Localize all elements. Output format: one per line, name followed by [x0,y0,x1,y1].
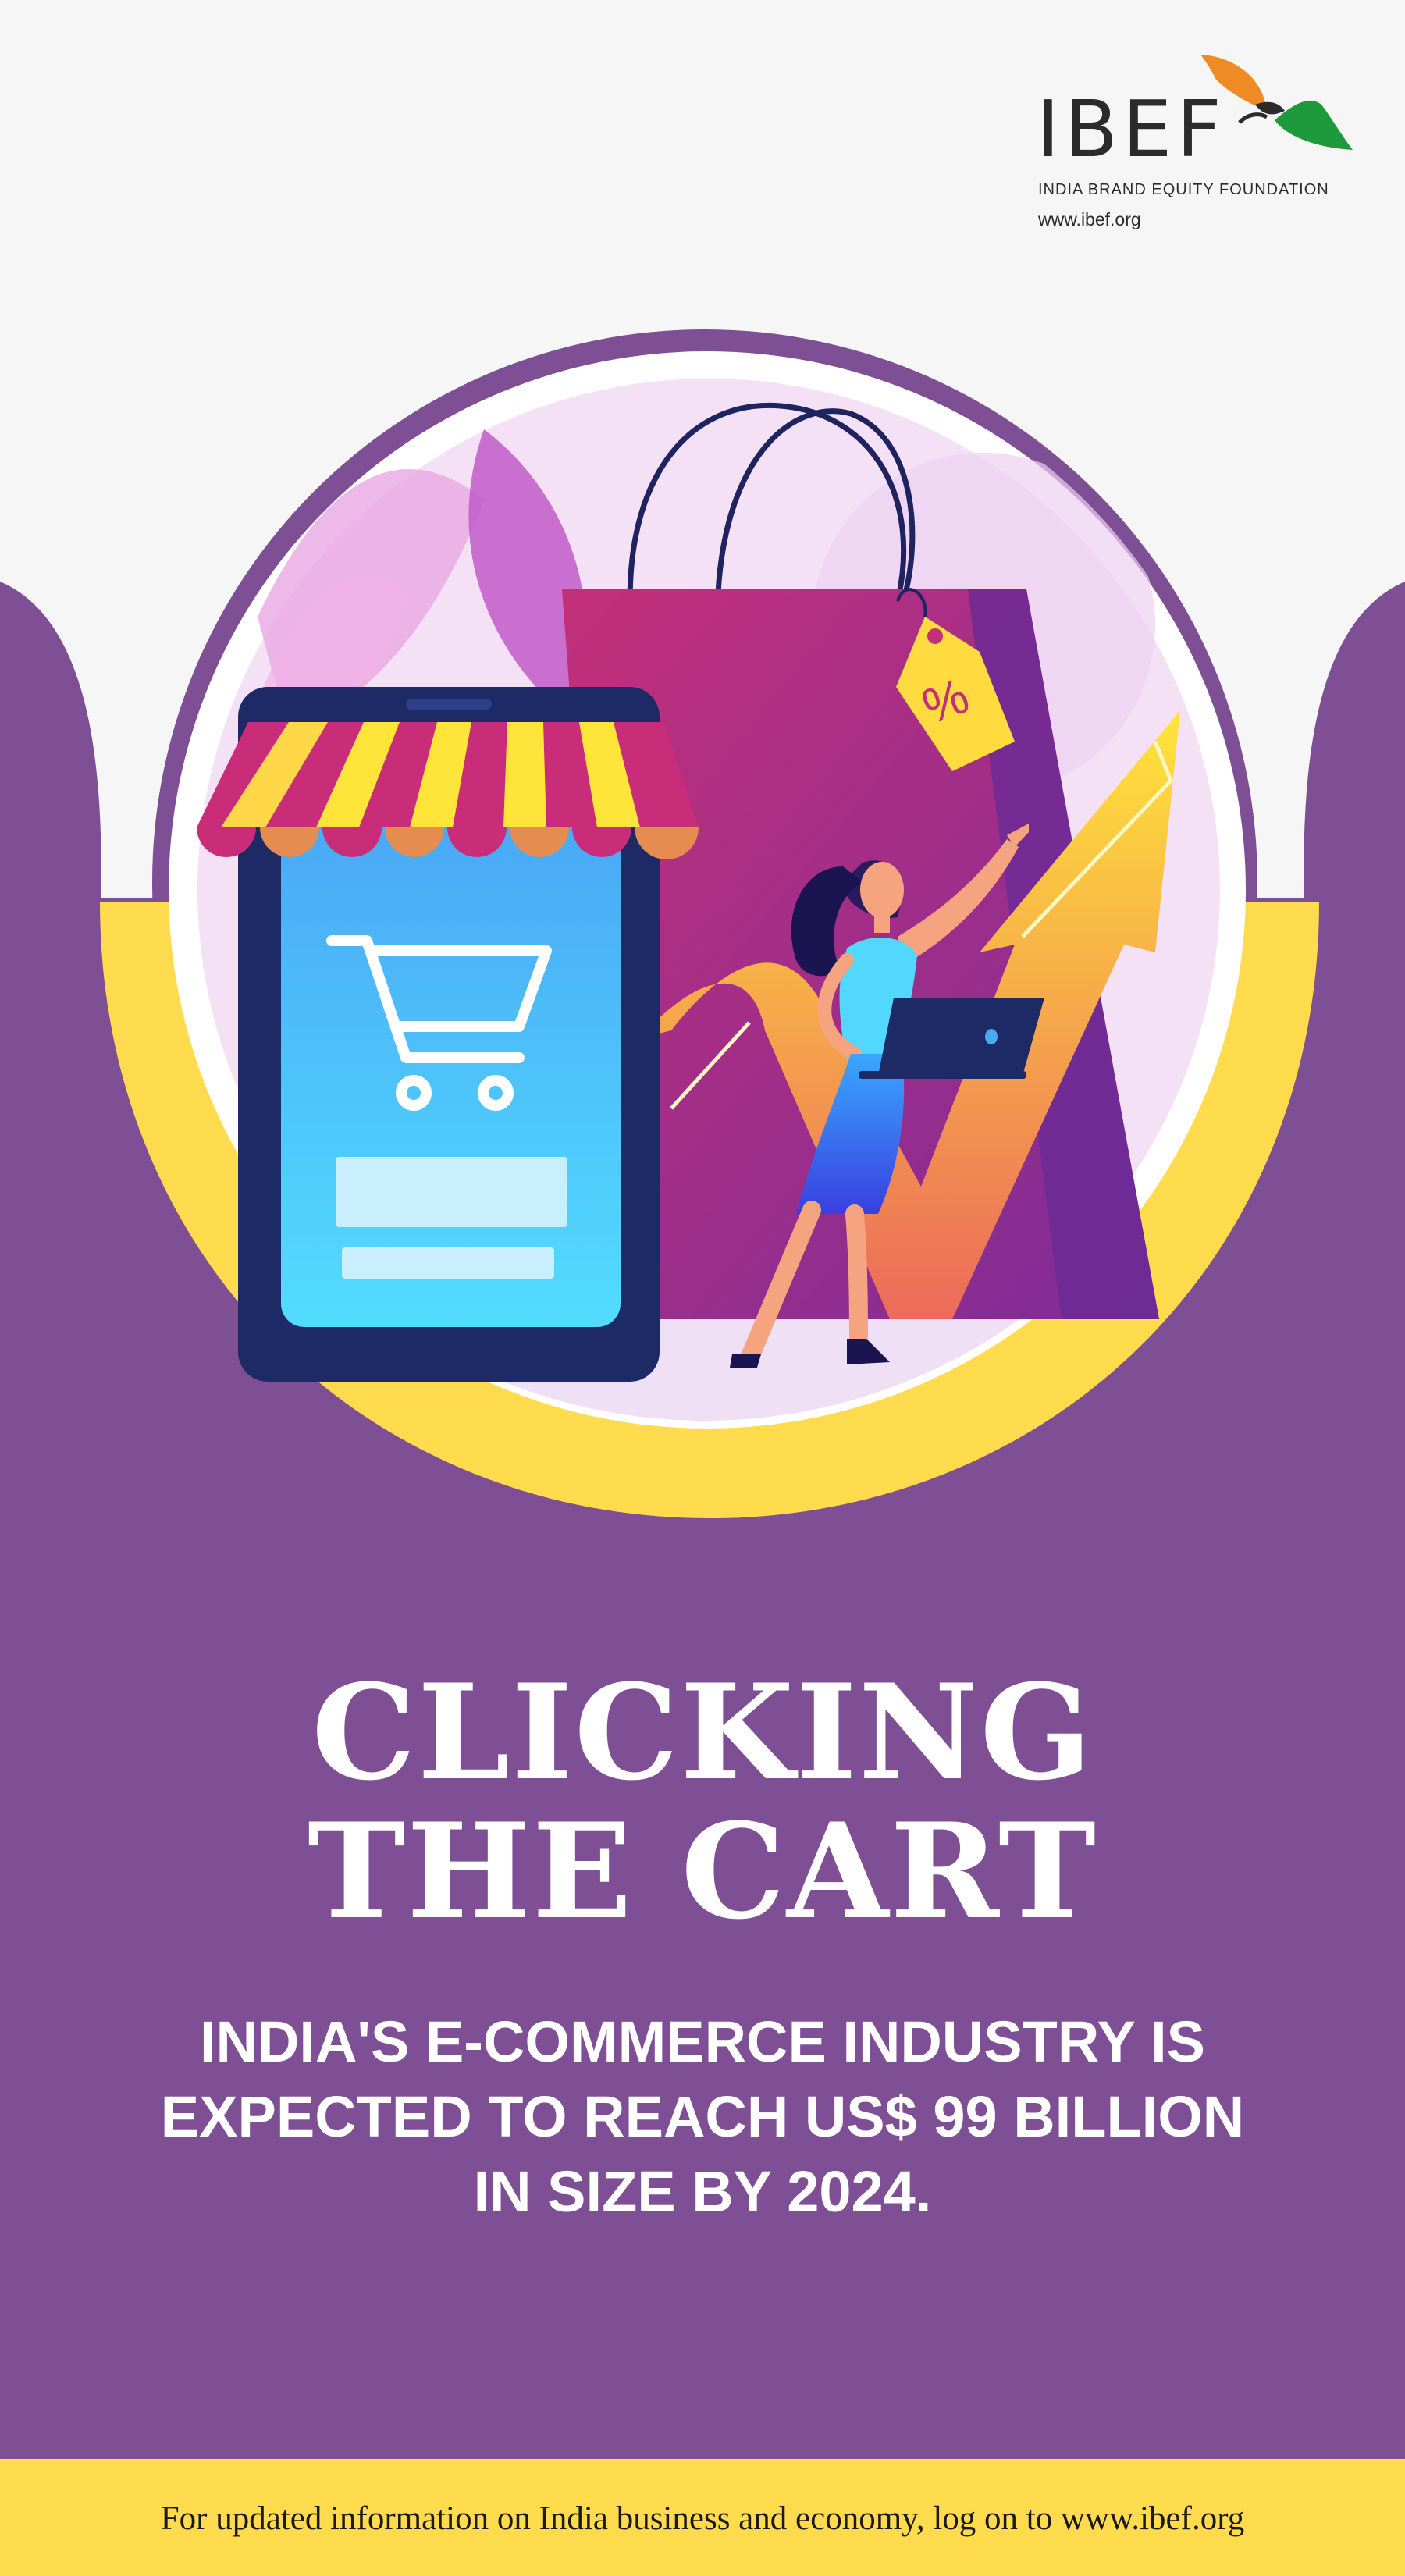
logo-wordmark: IBEF [1037,84,1226,175]
headline: CLICKING THE CART [0,1663,1405,1941]
headline-line-2: THE CART [307,1794,1098,1948]
body-line-1: INDIA'S E-COMMERCE INDUSTRY IS [199,2009,1206,2074]
logo-url[interactable]: www.ibef.org [1038,209,1141,230]
infographic-poster: % IBEF INDIA BRAND EQUITY FOUNDATION www… [0,0,1405,2576]
logo-subtitle: INDIA BRAND EQUITY FOUNDATION [1038,181,1329,198]
body-line-3: IN SIZE BY 2024. [473,2159,932,2224]
phone-store-icon [197,687,699,1382]
footer-text[interactable]: For updated information on India busines… [0,2500,1405,2538]
footer-bar: For updated information on India busines… [0,2459,1405,2576]
ibef-logo[interactable]: IBEF INDIA BRAND EQUITY FOUNDATION www.i… [1037,48,1353,236]
headline-line-1: CLICKING [311,1655,1094,1809]
body-line-2: EXPECTED TO REACH US$ 99 BILLION [160,2084,1245,2149]
body-text: INDIA'S E-COMMERCE INDUSTRY IS EXPECTED … [117,2005,1288,2229]
